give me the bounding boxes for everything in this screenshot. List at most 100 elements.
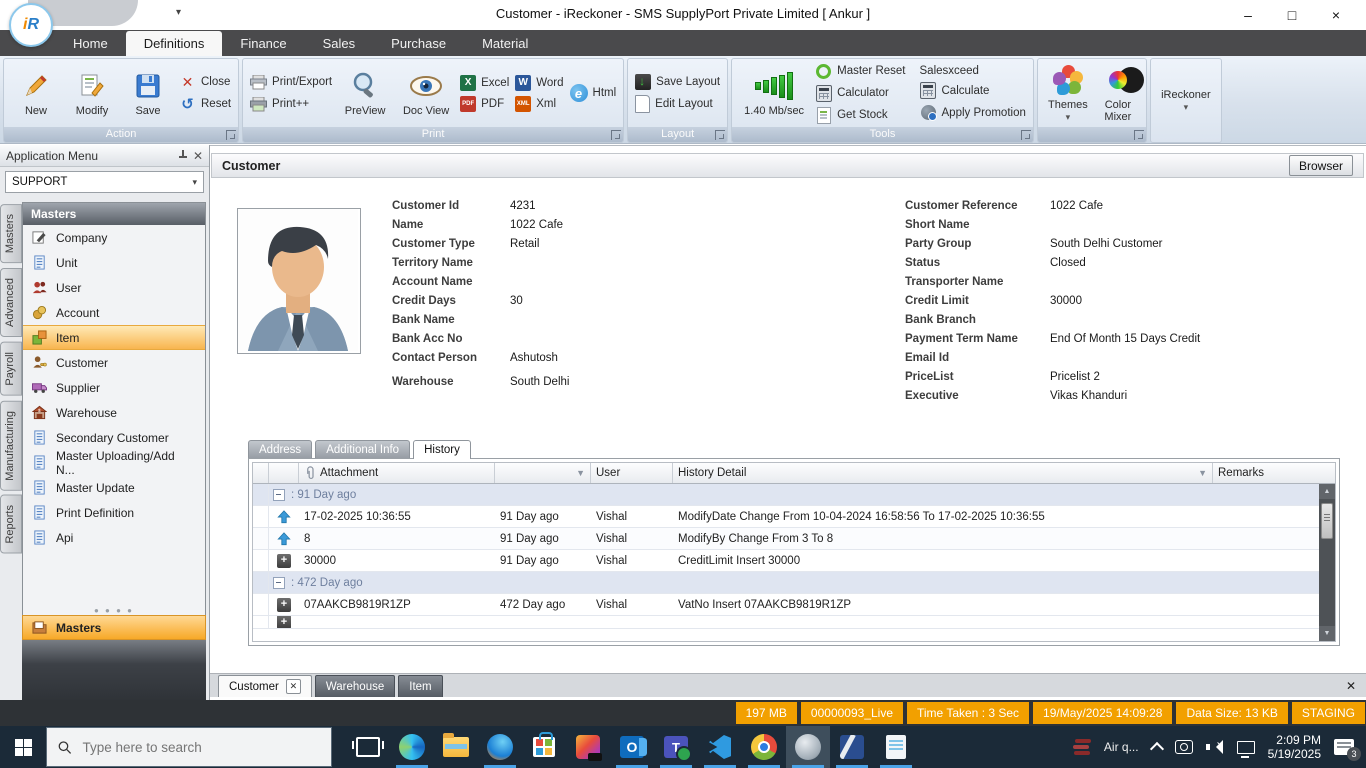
color-mixer-button[interactable]: Color Mixer <box>1094 61 1142 125</box>
weather-label[interactable]: Air q... <box>1104 740 1139 754</box>
ireckoner-menu-button[interactable]: iReckoner <box>1155 87 1217 115</box>
vtab-manufacturing[interactable]: Manufacturing <box>0 401 22 491</box>
taskbar-m365[interactable] <box>566 726 610 768</box>
history-row[interactable]: + 30000 91 Day ago Vishal CreditLimit In… <box>253 550 1335 572</box>
sidebar-item-master-update[interactable]: Master Update <box>23 475 205 500</box>
vtab-payroll[interactable]: Payroll <box>0 342 22 396</box>
html-button[interactable]: e Html <box>570 84 617 102</box>
scroll-up-icon[interactable]: ▲ <box>1319 484 1335 499</box>
notification-center-icon[interactable]: 3 <box>1334 739 1354 755</box>
get-stock-button[interactable]: Get Stock <box>815 107 905 124</box>
dialog-launcher-icon[interactable] <box>226 130 236 140</box>
taskbar-vscode[interactable] <box>698 726 742 768</box>
print-export-button[interactable]: Print/Export <box>250 74 332 91</box>
table-scrollbar[interactable]: ▲ ▼ <box>1319 484 1335 641</box>
dialog-launcher-icon[interactable] <box>715 130 725 140</box>
vtab-masters[interactable]: Masters <box>0 204 22 263</box>
start-button[interactable] <box>0 726 46 768</box>
header-date[interactable]: ▼ <box>495 463 591 483</box>
tab-definitions[interactable]: Definitions <box>126 31 223 56</box>
sidebar-item-item[interactable]: Item <box>23 325 205 350</box>
task-view-button[interactable] <box>346 726 390 768</box>
calculator-button[interactable]: Calculator <box>815 85 905 102</box>
xml-button[interactable]: XML Xml <box>515 96 563 112</box>
vtab-reports[interactable]: Reports <box>0 495 22 554</box>
excel-button[interactable]: X Excel <box>460 75 509 91</box>
weather-icon[interactable] <box>1073 738 1091 756</box>
preview-button[interactable]: PreView <box>335 67 395 119</box>
sidebar-close-icon[interactable]: ✕ <box>193 149 203 163</box>
tab-material[interactable]: Material <box>464 31 546 56</box>
support-dropdown[interactable]: SUPPORT <box>5 171 204 193</box>
sidebar-item-unit[interactable]: Unit <box>23 250 205 275</box>
taskbar-chrome[interactable] <box>742 726 786 768</box>
taskbar-ireckoner-active[interactable] <box>786 726 830 768</box>
save-button[interactable]: Save <box>120 67 176 119</box>
reset-button[interactable]: ↺ Reset <box>179 96 231 113</box>
themes-button[interactable]: Themes <box>1042 61 1094 125</box>
sidebar-item-print-definition[interactable]: Print Definition <box>23 500 205 525</box>
sidebar-splitter[interactable]: ● ● ● ● <box>22 606 206 615</box>
volume-muted-icon[interactable]: ✕ <box>1206 740 1224 754</box>
clock[interactable]: 2:09 PM 5/19/2025 <box>1268 733 1321 761</box>
tab-finance[interactable]: Finance <box>222 31 304 56</box>
master-reset-button[interactable]: Master Reset <box>815 63 905 80</box>
history-row[interactable]: 8 91 Day ago Vishal ModifyBy Change From… <box>253 528 1335 550</box>
group-row-472-days[interactable]: : 472 Day ago <box>253 572 1335 594</box>
tab-purchase[interactable]: Purchase <box>373 31 464 56</box>
sidebar-item-api[interactable]: Api <box>23 525 205 550</box>
sidebar-item-secondary-customer[interactable]: Secondary Customer <box>23 425 205 450</box>
salesxceed-button[interactable]: Salesxceed <box>920 65 1026 77</box>
header-attachment[interactable]: Attachment <box>299 463 495 483</box>
new-button[interactable]: New <box>8 67 64 119</box>
taskbar-edge[interactable] <box>390 726 434 768</box>
maximize-button[interactable]: □ <box>1270 0 1314 30</box>
dialog-launcher-icon[interactable] <box>1134 130 1144 140</box>
taskbar-teams[interactable]: T <box>654 726 698 768</box>
doctab-warehouse[interactable]: Warehouse <box>315 675 395 697</box>
sidebar-item-company[interactable]: Company <box>23 225 205 250</box>
tab-sales[interactable]: Sales <box>305 31 374 56</box>
collapse-icon[interactable] <box>273 577 285 589</box>
sidebar-item-warehouse[interactable]: $ Warehouse <box>23 400 205 425</box>
close-button[interactable]: × <box>1314 0 1358 30</box>
ireckoner-logo[interactable]: iR <box>9 3 53 47</box>
sidebar-item-user[interactable]: User <box>23 275 205 300</box>
close-form-button[interactable]: ✕ Close <box>179 74 231 91</box>
pin-icon[interactable] <box>179 150 187 161</box>
sidebar-item-master-uploading[interactable]: Master Uploading/Add N... <box>23 450 205 475</box>
edit-layout-button[interactable]: Edit Layout <box>635 95 720 113</box>
header-user[interactable]: User <box>591 463 673 483</box>
vtab-advanced[interactable]: Advanced <box>0 268 22 337</box>
modify-button[interactable]: Modify <box>64 67 120 119</box>
sidebar-item-supplier[interactable]: Supplier <box>23 375 205 400</box>
history-row[interactable]: 17-02-2025 10:36:55 91 Day ago Vishal Mo… <box>253 506 1335 528</box>
taskbar-notepad[interactable] <box>874 726 918 768</box>
history-row[interactable]: + 07AAKCB9819R1ZP 472 Day ago Vishal Vat… <box>253 594 1335 616</box>
save-layout-button[interactable]: Save Layout <box>635 74 720 90</box>
header-history-detail[interactable]: History Detail ▼ <box>673 463 1213 483</box>
taskbar-search[interactable] <box>46 727 332 767</box>
close-tab-icon[interactable]: ✕ <box>286 679 301 694</box>
tab-home[interactable]: Home <box>55 31 126 56</box>
group-row-91-days[interactable]: : 91 Day ago <box>253 484 1335 506</box>
sidebar-item-customer[interactable]: Customer <box>23 350 205 375</box>
apply-promotion-button[interactable]: Apply Promotion <box>920 104 1026 121</box>
sidebar-item-account[interactable]: Account <box>23 300 205 325</box>
tab-address[interactable]: Address <box>248 440 312 459</box>
doctab-item[interactable]: Item <box>398 675 442 697</box>
tab-history[interactable]: History <box>413 440 471 459</box>
calculate-button[interactable]: Calculate <box>920 82 1026 99</box>
close-all-tabs-icon[interactable]: ✕ <box>1346 679 1356 693</box>
dialog-launcher-icon[interactable] <box>1021 130 1031 140</box>
pdf-button[interactable]: PDF PDF <box>460 96 509 112</box>
collapse-icon[interactable] <box>273 489 285 501</box>
meet-now-icon[interactable] <box>1175 740 1193 754</box>
taskbar-outlook[interactable]: O <box>610 726 654 768</box>
header-remarks[interactable]: Remarks <box>1213 463 1319 483</box>
search-input[interactable] <box>80 739 320 756</box>
word-button[interactable]: W Word <box>515 75 563 91</box>
doctab-customer[interactable]: Customer ✕ <box>218 675 312 697</box>
dialog-launcher-icon[interactable] <box>611 130 621 140</box>
taskbar-ssms[interactable] <box>830 726 874 768</box>
